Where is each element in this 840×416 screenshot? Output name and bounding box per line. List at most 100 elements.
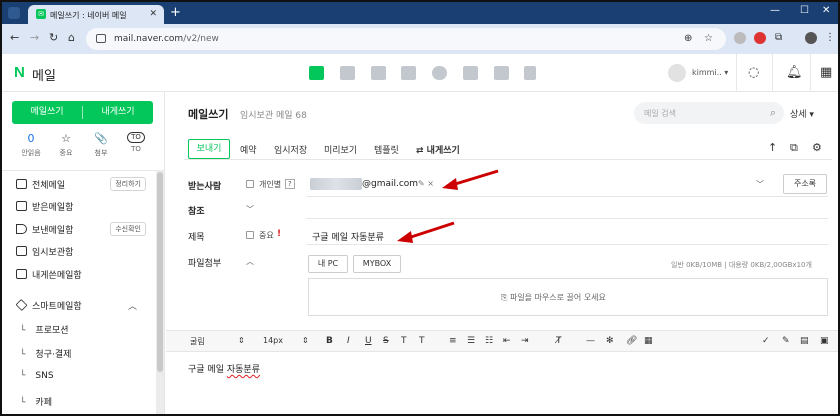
- app-grid-icon[interactable]: ▦: [820, 65, 832, 80]
- horizontal-rule-icon[interactable]: —: [586, 336, 595, 346]
- clear-format-icon[interactable]: T̸: [556, 336, 562, 346]
- browser-tab[interactable]: ✉ 메일쓰기 : 네이버 메일 ✕: [28, 5, 164, 24]
- font-family-select[interactable]: 굴림: [190, 336, 205, 347]
- calendar-icon[interactable]: [340, 66, 355, 80]
- image-icon[interactable]: ▣: [820, 336, 829, 346]
- site-info-icon[interactable]: [96, 34, 106, 43]
- search-icon[interactable]: ⌕: [770, 106, 776, 120]
- save-draft-button[interactable]: 임시저장: [274, 143, 307, 156]
- size-select-arrow-icon[interactable]: ⇕: [302, 336, 309, 345]
- sidebar-item-to-me[interactable]: 내게쓴메일함: [16, 267, 156, 283]
- reload-icon[interactable]: ↻: [49, 31, 58, 44]
- align-left-icon[interactable]: ≡: [449, 336, 457, 346]
- indent-icon[interactable]: ⇥: [521, 336, 529, 346]
- bookmark-star-icon[interactable]: ☆: [704, 33, 713, 44]
- underline-icon[interactable]: U: [365, 336, 372, 346]
- organize-button[interactable]: 정리하기: [110, 177, 146, 191]
- write-to-me-button[interactable]: 내게쓰기: [83, 101, 153, 124]
- sidebar-item-promotion[interactable]: └ 프로모션: [20, 323, 69, 336]
- strikethrough-icon[interactable]: S: [383, 336, 389, 346]
- sidebar-scrollbar[interactable]: [156, 170, 164, 414]
- numbered-list-icon[interactable]: ☷: [485, 336, 493, 346]
- address-book-button[interactable]: 주소록: [783, 174, 827, 194]
- font-select-arrow-icon[interactable]: ⇕: [238, 336, 245, 345]
- settings-gear-icon[interactable]: ⚙: [812, 141, 822, 154]
- memo-icon[interactable]: [371, 66, 386, 80]
- reserve-button[interactable]: 예약: [240, 143, 257, 156]
- window-close-icon[interactable]: ✕: [822, 5, 830, 16]
- spell-check-icon[interactable]: ✓: [762, 336, 770, 346]
- tab-close-icon[interactable]: ✕: [149, 9, 157, 19]
- font-color-icon[interactable]: T: [401, 336, 407, 346]
- link-icon[interactable]: 🔗︎: [626, 336, 637, 346]
- chevron-down-icon[interactable]: ﹀: [246, 204, 254, 215]
- chevron-up-icon[interactable]: ︿: [246, 256, 254, 267]
- template-button[interactable]: 템플릿: [374, 143, 399, 156]
- naver-logo[interactable]: N: [14, 64, 25, 81]
- mail-body[interactable]: 구글 메일 자동분류: [188, 362, 260, 375]
- extension-icon[interactable]: [734, 32, 746, 44]
- italic-icon[interactable]: I: [347, 336, 350, 346]
- bold-icon[interactable]: B: [326, 336, 333, 346]
- preview-button[interactable]: 미리보기: [324, 143, 357, 156]
- account-name[interactable]: kimmi.. ▾: [692, 68, 728, 77]
- help-icon[interactable]: ?: [285, 179, 295, 189]
- sidebar-item-drafts[interactable]: 임시보관함: [16, 244, 156, 260]
- font-size-select[interactable]: 14px: [263, 336, 283, 345]
- minimize-icon[interactable]: —: [770, 5, 780, 16]
- profile-avatar-icon[interactable]: [805, 32, 817, 44]
- sidebar-item-sent[interactable]: 보낸메일함 수신확인: [16, 222, 156, 238]
- bookmark-icon[interactable]: [524, 66, 536, 80]
- mybox-button[interactable]: MYBOX: [353, 255, 401, 273]
- highlight-icon[interactable]: T: [419, 336, 425, 346]
- detail-search-button[interactable]: 상세 ▾: [790, 107, 814, 120]
- read-receipt-button[interactable]: 수신확인: [110, 222, 146, 236]
- browser-menu-icon[interactable]: ⋮: [825, 32, 835, 43]
- contacts-icon[interactable]: [401, 66, 416, 80]
- scrollbar-thumb[interactable]: [157, 172, 163, 372]
- sidebar-item-billing[interactable]: └ 청구·결제: [20, 347, 71, 360]
- extensions-puzzle-icon[interactable]: ⧉: [775, 32, 782, 43]
- mail-logo-text[interactable]: 메일: [32, 65, 56, 84]
- write-to-self-button[interactable]: ⇄ 내게쓰기: [416, 143, 460, 156]
- sidebar-item-cafe[interactable]: └ 카페: [20, 395, 52, 408]
- chevron-down-icon[interactable]: ﹀: [756, 179, 764, 190]
- adblock-extension-icon[interactable]: [754, 32, 766, 44]
- my-pc-button[interactable]: 내 PC: [308, 255, 348, 273]
- outdent-icon[interactable]: ⇤: [503, 336, 511, 346]
- sidebar-item-inbox[interactable]: 받은메일함: [16, 199, 156, 215]
- quick-unread[interactable]: 0 안읽음: [14, 132, 48, 158]
- signature-icon[interactable]: ✎: [782, 336, 790, 346]
- insert-note-icon[interactable]: ▤: [800, 336, 809, 346]
- recipient-email[interactable]: @gmail.com: [362, 179, 418, 189]
- write-mail-button[interactable]: 메일쓰기: [12, 101, 82, 124]
- important-checkbox[interactable]: [246, 231, 254, 239]
- file-drop-zone[interactable]: ⎘ 파일을 마우스로 끌어 오세요: [308, 278, 828, 316]
- mail-icon[interactable]: [309, 66, 324, 80]
- quick-important[interactable]: ☆ 중요: [49, 132, 83, 158]
- notification-bell-icon[interactable]: 🔔︎: [786, 65, 803, 80]
- recipient-edit-remove-icon[interactable]: ✎ ×: [418, 179, 434, 188]
- sidebar-item-sns[interactable]: └ SNS: [20, 371, 54, 381]
- sidebar-item-all-mail[interactable]: 전체메일 정리하기: [16, 177, 156, 193]
- send-button[interactable]: 보내기: [188, 139, 230, 159]
- subject-field[interactable]: 구글 메일 자동분류: [312, 230, 384, 243]
- chat-icon[interactable]: ◌: [748, 65, 759, 80]
- new-tab-icon[interactable]: +: [170, 5, 181, 20]
- draft-count-link[interactable]: 임시보관 메일 68: [240, 108, 307, 121]
- tab-search-icon[interactable]: [8, 7, 20, 19]
- maximize-icon[interactable]: ☐: [800, 5, 809, 16]
- avatar[interactable]: [668, 64, 686, 82]
- home-app-icon[interactable]: [494, 66, 509, 80]
- zoom-icon[interactable]: ⊕: [684, 33, 692, 44]
- forward-icon[interactable]: →: [30, 31, 39, 44]
- table-icon[interactable]: ▦: [644, 336, 653, 346]
- quick-attachment[interactable]: 📎 첨부: [84, 132, 118, 158]
- upload-arrow-icon[interactable]: ↑: [768, 141, 777, 154]
- special-char-icon[interactable]: ✻: [606, 336, 614, 346]
- todo-icon[interactable]: [463, 66, 478, 80]
- url-field[interactable]: mail.naver.com/v2/new ⊕ ☆: [86, 28, 726, 50]
- quick-to[interactable]: TO TO: [119, 132, 153, 153]
- mybox-icon[interactable]: [432, 66, 447, 80]
- home-icon[interactable]: ⌂: [68, 31, 75, 44]
